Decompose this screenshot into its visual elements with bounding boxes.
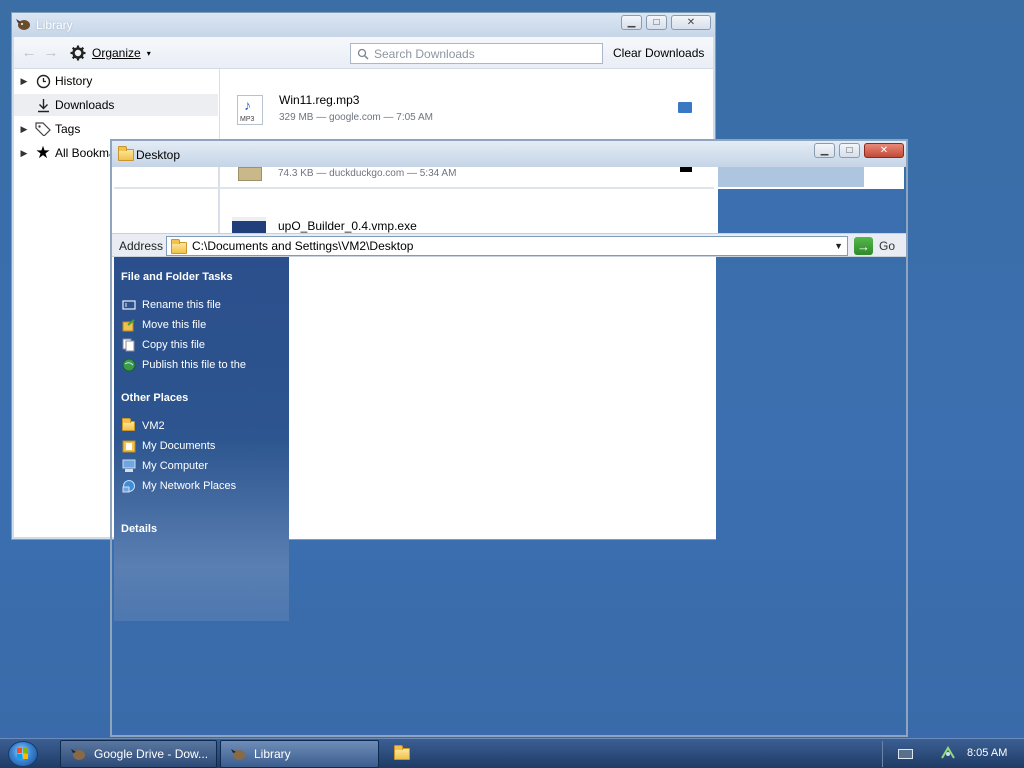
rename-icon [121,298,136,312]
library-title: Library [36,18,73,32]
place-my-documents[interactable]: My Documents [121,438,215,454]
library-title-bar[interactable]: Library ▁ □ ✕ [12,13,715,37]
details-header[interactable]: Details [121,523,157,535]
download-meta: 74.3 KB — duckduckgo.com — 5:34 AM [278,168,457,179]
taskbar-folder-icon[interactable] [394,745,410,760]
download-meta: 329 MB — google.com — 7:05 AM [279,112,433,123]
taskbar: Google Drive - Dow... Library 8:05 AM [0,738,1024,768]
address-input[interactable]: C:\Documents and Settings\VM2\Desktop ▼ [166,236,848,256]
sidebar-item-tags[interactable]: ▶ Tags [14,118,218,140]
close-button[interactable]: ✕ [671,15,711,30]
sidebar-item-label: Tags [55,122,81,136]
desktop-title: Desktop [136,148,181,162]
move-file-link[interactable]: Move this file [121,317,206,333]
tag-icon [34,121,52,137]
organize-label: Organize [92,46,141,60]
forward-button[interactable]: → [42,45,60,61]
publish-file-link[interactable]: Publish this file to the [121,357,246,373]
minimize-button[interactable]: ▁ [814,143,835,158]
search-icon [357,48,369,60]
close-button[interactable]: ✕ [864,143,904,158]
start-button[interactable] [8,741,38,767]
taskbar-clock[interactable]: 8:05 AM [967,747,1007,759]
close-icon: ✕ [686,16,696,28]
maximize-button[interactable]: □ [646,15,667,30]
mp3-file-icon: ♪ MP3 [237,95,263,125]
gear-icon [70,45,86,61]
desktop-window: Desktop ▁ □ ✕ 74.3 KB — duckduckgo.com —… [110,139,908,737]
minimize-icon: ▁ [820,144,829,156]
address-value: C:\Documents and Settings\VM2\Desktop [192,239,414,253]
close-icon: ✕ [879,144,889,156]
firefox-icon [231,749,245,760]
dropdown-arrow-icon[interactable]: ▼ [834,241,843,251]
sidebar-item-downloads[interactable]: Downloads [14,94,218,116]
firefox-icon [71,749,85,760]
taskbar-button-library[interactable]: Library [220,740,379,768]
publish-web-icon [121,358,136,372]
place-my-network-places[interactable]: My Network Places [121,478,236,494]
maximize-icon: □ [846,144,853,156]
search-placeholder: Search Downloads [374,46,475,61]
taskbar-button-google-drive[interactable]: Google Drive - Dow... [60,740,217,768]
sidebar-item-label: All Bookma [55,146,116,160]
desktop-title-bar[interactable]: Desktop ▁ □ ✕ [112,141,906,167]
address-bar: Address C:\Documents and Settings\VM2\De… [112,233,906,257]
download-filename: upO_Builder_0.4.vmp.exe [278,219,417,233]
maximize-button[interactable]: □ [839,143,860,158]
keyboard-tray-icon[interactable] [898,749,913,759]
sidebar-item-label: History [55,74,93,88]
place-my-computer[interactable]: My Computer [121,458,208,474]
organize-button[interactable]: Organize ▾ [70,44,151,62]
dropdown-caret-icon: ▾ [146,48,151,58]
network-tray-icon[interactable] [940,745,956,761]
copy-file-link[interactable]: Copy this file [121,337,205,353]
folder-icon [121,418,136,433]
clear-downloads-button[interactable]: Clear Downloads [613,46,704,60]
folder-content-area[interactable] [289,257,716,539]
my-computer-icon [121,459,136,473]
go-button[interactable]: → Go [854,236,895,256]
open-folder-icon[interactable] [678,102,692,113]
maximize-icon: □ [653,16,660,28]
minimize-icon: ▁ [627,16,636,28]
open-folder-icon[interactable] [680,167,692,172]
forward-arrow-icon: → [43,44,59,61]
library-downloads-peek: 74.3 KB — duckduckgo.com — 5:34 AM upO_B… [114,167,904,233]
firefox-icon [16,19,30,30]
search-downloads-input[interactable]: Search Downloads [350,43,603,64]
expand-arrow-icon[interactable]: ▶ [14,148,34,159]
task-pane: File and Folder Tasks Rename this file M… [114,257,289,621]
windows-logo-icon [17,748,28,759]
back-button[interactable]: ← [20,45,38,61]
download-arrow-icon [34,97,52,113]
other-places-header[interactable]: Other Places [121,392,188,404]
library-toolbar: ← → Organize ▾ Search Downloads Clear Do… [14,37,713,69]
clock-icon [34,73,52,89]
my-documents-icon [121,439,136,453]
expand-arrow-icon[interactable]: ▶ [14,76,34,87]
image-file-icon [238,167,262,181]
folder-icon [118,146,134,161]
address-label: Address [119,239,164,253]
exe-file-icon [232,217,266,233]
folder-icon [171,238,187,254]
go-label: Go [879,239,896,253]
network-places-icon [121,479,136,493]
back-arrow-icon: ← [21,44,37,61]
minimize-button[interactable]: ▁ [621,15,642,30]
rename-file-link[interactable]: Rename this file [121,297,221,313]
download-filename: Win11.reg.mp3 [279,93,360,107]
tasks-header[interactable]: File and Folder Tasks [121,271,233,283]
expand-arrow-icon[interactable]: ▶ [14,124,34,135]
go-arrow-icon: → [854,237,873,255]
copy-icon [121,338,136,352]
star-icon: ★ [35,143,51,162]
sidebar-item-label: Downloads [55,98,115,112]
download-item[interactable]: ♪ MP3 Win11.reg.mp3 329 MB — google.com … [222,85,714,135]
sidebar-item-history[interactable]: ▶ History [14,70,218,92]
move-icon [121,318,136,332]
place-vm2[interactable]: VM2 [121,418,165,434]
